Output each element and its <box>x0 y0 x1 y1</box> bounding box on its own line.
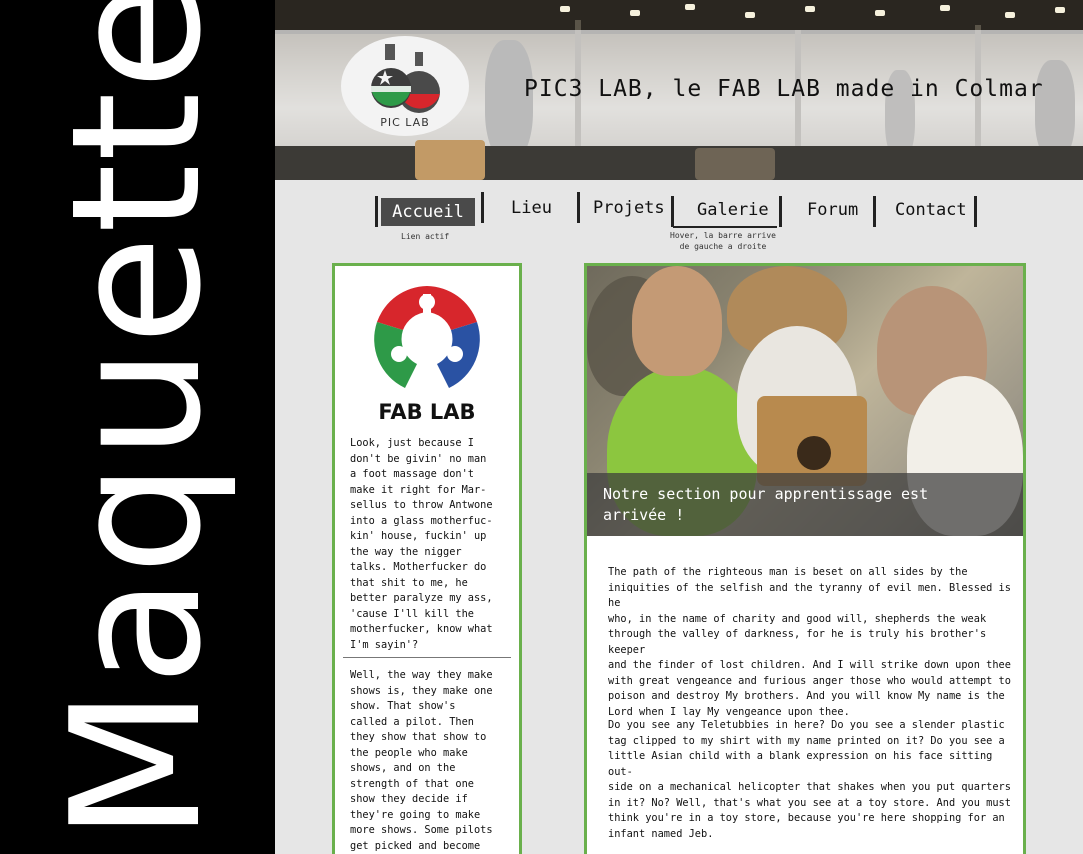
fablab-logo-icon <box>374 286 480 388</box>
main-paragraph-1: The path of the righteous man is beset o… <box>608 566 1011 718</box>
site-title: PIC3 LAB, le FAB LAB made in Colmar <box>524 76 1044 102</box>
side-band: Maquette <box>0 0 275 854</box>
sidebar-panel: FAB LAB Look, just because I don't be gi… <box>332 263 522 854</box>
hover-bar <box>673 226 777 228</box>
nav-separator <box>873 196 876 227</box>
nav-forum[interactable]: Forum <box>807 200 858 220</box>
divider <box>343 657 511 658</box>
sidebar-paragraph-1: Look, just because I don't be givin' no … <box>350 437 493 651</box>
pic-lab-flask-logo-icon <box>371 44 440 113</box>
main-panel: Notre section pour apprentissage est arr… <box>584 263 1026 854</box>
header-banner: PIC LAB PIC3 LAB, le FAB LAB made in Col… <box>275 0 1083 180</box>
nav-projets[interactable]: Projets <box>593 198 665 218</box>
nav-separator <box>974 196 977 227</box>
hover-note-line1: Hover, la barre arrive <box>670 231 776 240</box>
hero-caption: Notre section pour apprentissage est arr… <box>603 485 929 524</box>
hover-note-line2: de gauche a droite <box>679 242 767 251</box>
hero-image[interactable]: Notre section pour apprentissage est arr… <box>587 266 1023 536</box>
nav-separator <box>779 196 782 227</box>
pic-lab-logo[interactable]: PIC LAB <box>341 36 469 136</box>
main-paragraph-2: Do you see any Teletubbies in here? Do y… <box>608 719 1011 840</box>
fablab-logo-text: FAB LAB <box>378 400 476 424</box>
nav-separator <box>481 192 484 223</box>
nav-separator <box>671 196 674 227</box>
nav-separator <box>375 196 378 227</box>
nav-accueil[interactable]: Accueil <box>381 198 475 226</box>
nav-lieu[interactable]: Lieu <box>511 198 552 218</box>
nav-separator <box>577 192 580 223</box>
active-link-note: Lien actif <box>401 232 450 241</box>
nav-contact[interactable]: Contact <box>895 200 967 220</box>
nav-galerie[interactable]: Galerie <box>697 200 769 220</box>
logo-text: PIC LAB <box>380 116 430 129</box>
mockup-page: PIC LAB PIC3 LAB, le FAB LAB made in Col… <box>275 0 1083 854</box>
sidebar-paragraph-2: Well, the way they make shows is, they m… <box>350 669 493 852</box>
side-title: Maquette <box>33 0 240 842</box>
